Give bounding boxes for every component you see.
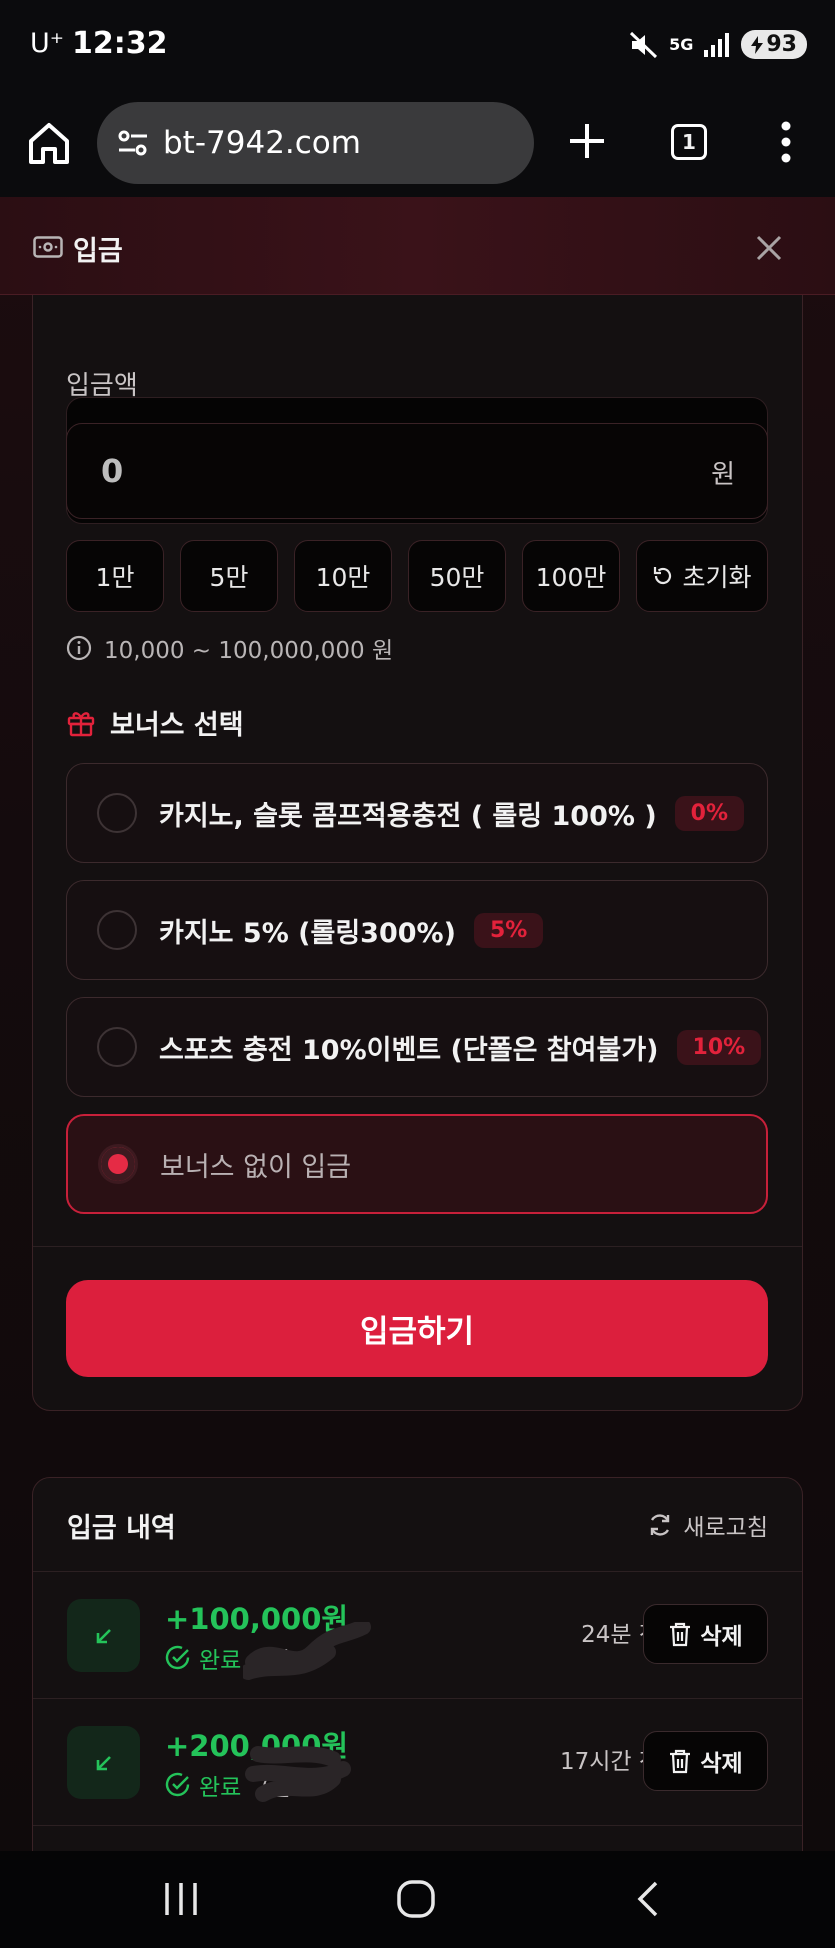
- trash-icon: [670, 1622, 691, 1647]
- quick-amount-1man[interactable]: 1만: [66, 540, 164, 612]
- delete-button[interactable]: 삭제: [643, 1604, 768, 1664]
- close-icon[interactable]: [754, 233, 784, 263]
- amount-range-info: 10,000 ~ 100,000,000 원: [66, 631, 393, 665]
- divider: [33, 1246, 802, 1247]
- reset-icon: [654, 567, 672, 585]
- delete-button[interactable]: 삭제: [643, 1731, 768, 1791]
- modal-title: 입금: [73, 236, 123, 267]
- network-label: 5G: [669, 35, 694, 54]
- browser-toolbar: bt-7942.com 1: [0, 92, 835, 197]
- quick-amount-label: 100만: [535, 563, 607, 592]
- address-bar[interactable]: bt-7942.com: [97, 102, 534, 184]
- tab-switcher-button[interactable]: 1: [671, 124, 707, 160]
- submit-label: 입금하기: [359, 1314, 475, 1350]
- status-label: 완료: [199, 1775, 242, 1801]
- quick-amount-label: 50만: [429, 563, 485, 592]
- trash-icon: [670, 1749, 691, 1774]
- refresh-label: 새로고침: [683, 1515, 768, 1541]
- radio-button[interactable]: [97, 793, 137, 833]
- modal-header: 입금: [0, 197, 835, 295]
- wallet-icon: [33, 236, 63, 258]
- signal-icon: [704, 32, 730, 57]
- amount-unit: 원: [711, 460, 735, 490]
- bonus-percent-badge: 0%: [674, 795, 745, 831]
- check-circle-icon: [165, 1645, 190, 1670]
- quick-amount-50man[interactable]: 50만: [408, 540, 506, 612]
- quick-amount-10man[interactable]: 10만: [294, 540, 392, 612]
- delete-label: 삭제: [700, 1624, 743, 1650]
- bonus-percent-badge: 5%: [473, 912, 544, 948]
- bonus-section-title: 보너스 선택: [66, 703, 244, 742]
- info-icon: [66, 635, 92, 661]
- history-title: 입금 내역: [67, 1513, 176, 1544]
- quick-amount-label: 1만: [95, 563, 135, 592]
- quick-amount-5man[interactable]: 5만: [180, 540, 278, 612]
- bonus-percent-badge: 10%: [676, 1029, 762, 1065]
- bonus-option-casino-slot[interactable]: 카지노, 슬롯 콤프적용충전 ( 롤링 100% ) 0%: [66, 763, 768, 863]
- delete-label: 삭제: [700, 1751, 743, 1777]
- radio-button[interactable]: [97, 1027, 137, 1067]
- home-icon[interactable]: [26, 120, 72, 166]
- bonus-option-label: 스포츠 충전 10%이벤트 (단폴은 참여불가): [159, 1034, 659, 1066]
- carrier-label: U⁺: [30, 28, 65, 59]
- history-status: 완료: [165, 1768, 241, 1802]
- history-row: +200,000원 완료 (김 17시간 전 삭제: [33, 1699, 802, 1826]
- new-tab-icon[interactable]: [566, 120, 608, 162]
- bonus-option-label: 카지노, 슬롯 콤프적용충전 ( 롤링 100% ): [159, 800, 657, 832]
- deposit-arrow-icon: [67, 1599, 140, 1672]
- deposit-submit-button[interactable]: 입금하기: [66, 1280, 768, 1377]
- quick-amount-label: 5만: [209, 563, 249, 592]
- home-nav-icon[interactable]: [396, 1879, 436, 1919]
- history-row: +100,000원 완료 (가 24분 전 삭제: [33, 1572, 802, 1699]
- bonus-option-label: 카지노 5% (롤링300%): [159, 917, 456, 949]
- system-nav-bar: [0, 1851, 835, 1948]
- recent-apps-icon[interactable]: [163, 1879, 199, 1919]
- deposit-history-card: 입금 내역 새로고침 +100,000원 완료 (가 24분 전 삭제 +200…: [32, 1477, 803, 1851]
- amount-input[interactable]: 0 원: [66, 423, 768, 519]
- quick-amount-label: 10만: [315, 563, 371, 592]
- deposit-page: 입금 입금액 0 원 1만 5만 10만 50만 100만 초기화 10,000…: [0, 197, 835, 1851]
- bonus-title-text: 보너스 선택: [110, 710, 244, 741]
- mute-icon: [630, 31, 658, 58]
- history-status: 완료: [165, 1641, 241, 1675]
- bonus-option-sports-10[interactable]: 스포츠 충전 10%이벤트 (단폴은 참여불가) 10%: [66, 997, 768, 1097]
- tab-count: 1: [682, 130, 696, 154]
- bonus-option-casino-5[interactable]: 카지노 5% (롤링300%) 5%: [66, 880, 768, 980]
- status-bar: U⁺ 12:32 5G 93: [0, 0, 835, 92]
- radio-button-selected[interactable]: [98, 1144, 138, 1184]
- battery-level: 93: [766, 32, 797, 57]
- range-text: 10,000 ~ 100,000,000 원: [104, 638, 394, 664]
- check-circle-icon: [165, 1772, 190, 1797]
- reset-label: 초기화: [682, 563, 752, 592]
- site-settings-icon[interactable]: [115, 125, 151, 161]
- url-text: bt-7942.com: [163, 125, 361, 161]
- reset-button[interactable]: 초기화: [636, 540, 768, 612]
- amount-value: 0: [101, 452, 124, 490]
- redaction-scribble: [243, 1622, 371, 1680]
- redaction-scribble: [245, 1746, 351, 1802]
- refresh-icon: [651, 1514, 670, 1536]
- battery-indicator: 93: [741, 30, 807, 59]
- deposit-arrow-icon: [67, 1726, 140, 1799]
- bonus-option-label: 보너스 없이 입금: [160, 1151, 352, 1183]
- bonus-option-none[interactable]: 보너스 없이 입금: [66, 1114, 768, 1214]
- back-icon[interactable]: [634, 1879, 660, 1919]
- gift-icon: [67, 711, 95, 736]
- status-label: 완료: [199, 1648, 242, 1674]
- radio-button[interactable]: [97, 910, 137, 950]
- clock: 12:32: [72, 26, 168, 61]
- status-icons: 5G 93: [629, 30, 807, 59]
- more-menu-icon[interactable]: [774, 120, 798, 164]
- amount-label: 입금액: [66, 371, 138, 401]
- charging-icon: [751, 35, 764, 54]
- quick-amount-100man[interactable]: 100만: [522, 540, 620, 612]
- refresh-button[interactable]: 새로고침: [647, 1508, 768, 1542]
